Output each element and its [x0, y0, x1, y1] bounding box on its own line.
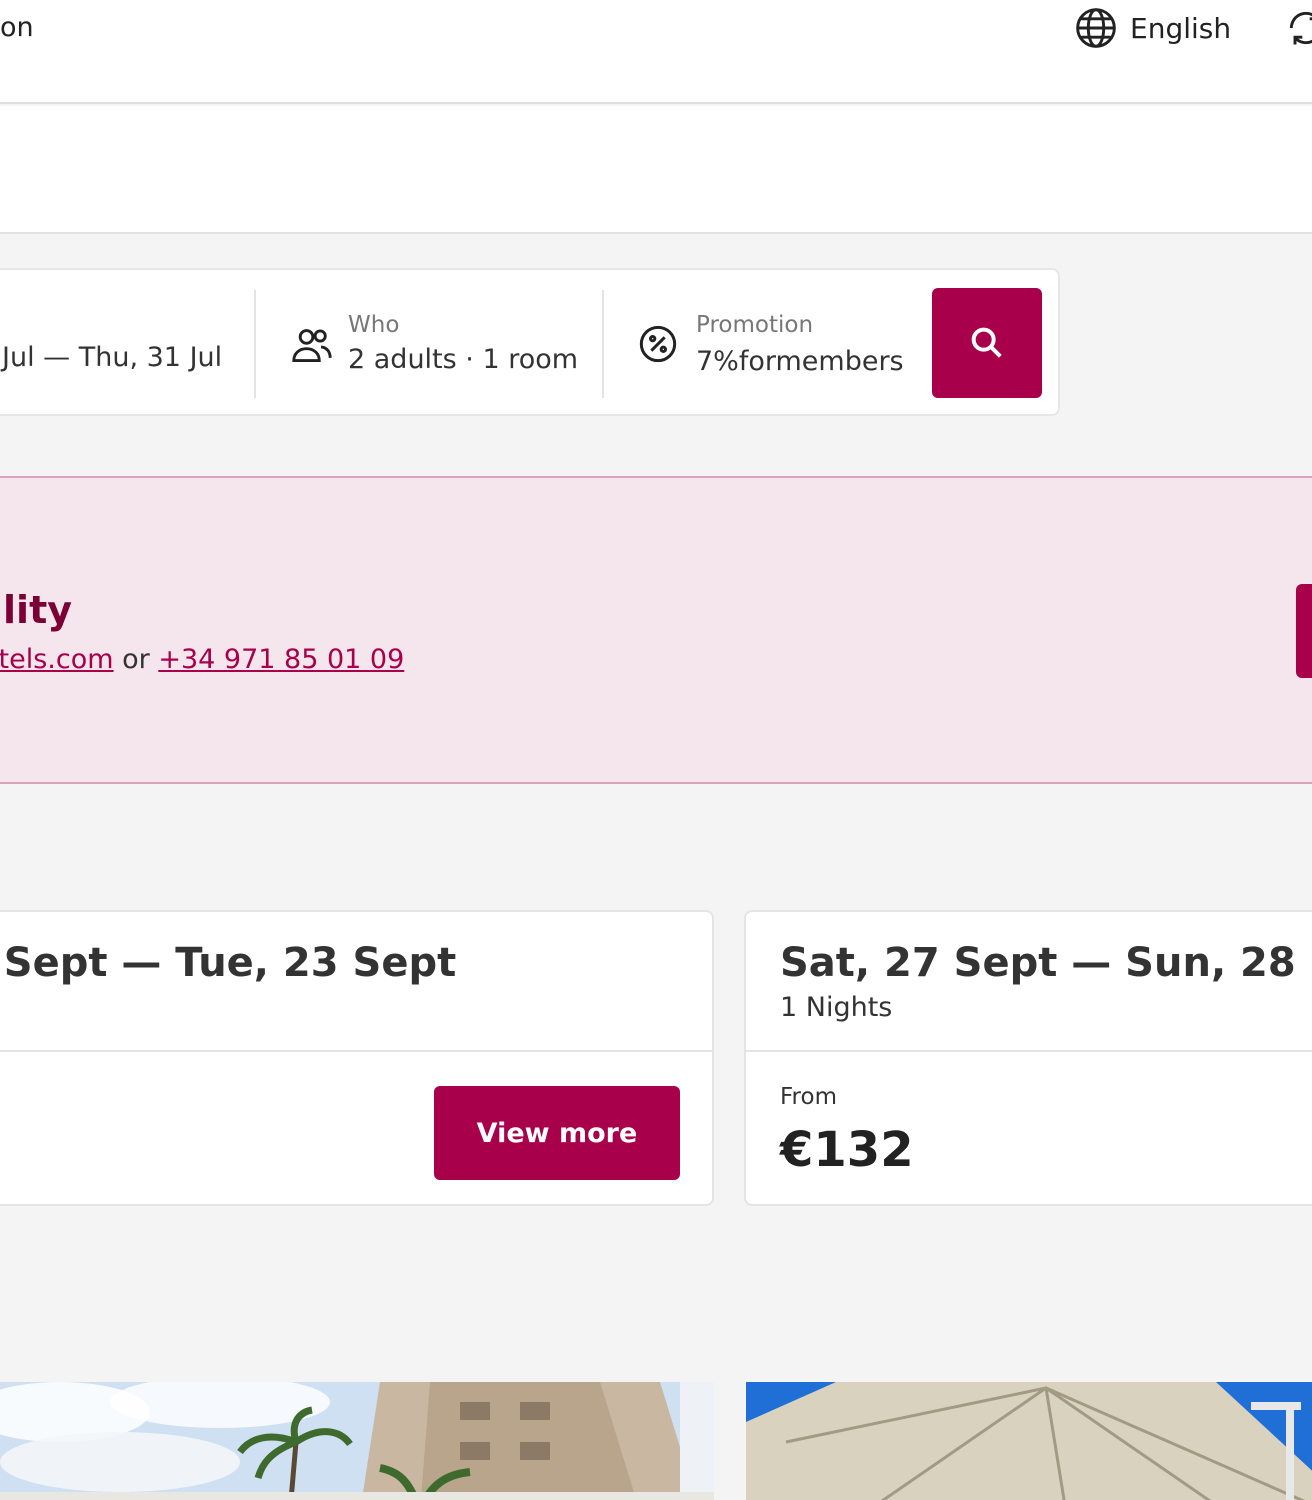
nav-link[interactable]: on: [0, 12, 34, 43]
search-icon: [971, 327, 1002, 358]
language-label: English: [1130, 11, 1232, 45]
guests-icon: [292, 329, 332, 362]
contact-separator: or: [113, 644, 159, 675]
divider: [254, 290, 256, 398]
banner-contact: otels.com or +34 971 85 01 09: [0, 644, 404, 675]
alternative-date-card: 2 Sept — Tue, 23 Sept View more: [0, 910, 714, 1206]
banner-action-button[interactable]: [1296, 584, 1312, 678]
guests-label: Who: [348, 312, 400, 338]
booking-search-bar: Jul — Thu, 31 Jul Who 2 adults · 1 room …: [0, 268, 1060, 416]
guests-field[interactable]: 2 adults · 1 room: [348, 344, 578, 375]
banner-title: ility: [0, 588, 73, 632]
language-selector[interactable]: English: [1074, 6, 1231, 50]
page: on English Jul — Thu, 31 Jul Who 2 adult…: [0, 0, 1312, 1500]
card-header: Sat, 27 Sept — Sun, 28 Sep 1 Nights: [746, 912, 1312, 1052]
dates-field[interactable]: Jul — Thu, 31 Jul: [2, 342, 222, 373]
promotion-field[interactable]: 7%formembers: [696, 346, 904, 377]
globe-icon: [1076, 8, 1116, 48]
hotel-photo[interactable]: [746, 1382, 1312, 1500]
contact-email-link[interactable]: otels.com: [0, 644, 114, 675]
card-header: 2 Sept — Tue, 23 Sept: [0, 912, 712, 1052]
promotion-label: Promotion: [696, 312, 814, 338]
availability-banner: ility otels.com or +34 971 85 01 09: [0, 476, 1312, 784]
divider: [602, 290, 604, 398]
percent-icon: [639, 325, 677, 363]
price-from-label: From: [780, 1084, 837, 1110]
hotel-building-image: [0, 1382, 714, 1500]
parasol-image: [746, 1382, 1312, 1500]
view-more-button[interactable]: View more: [434, 1086, 680, 1180]
currency-exchange-icon[interactable]: [1284, 6, 1312, 50]
contact-phone-link[interactable]: +34 971 85 01 09: [158, 644, 404, 675]
card-dates: 2 Sept — Tue, 23 Sept: [0, 940, 457, 986]
card-nights: 1 Nights: [780, 992, 893, 1023]
price-value: €132: [780, 1122, 914, 1178]
alternative-date-card: Sat, 27 Sept — Sun, 28 Sep 1 Nights From…: [744, 910, 1312, 1206]
top-header: on English: [0, 0, 1312, 104]
search-button[interactable]: [932, 288, 1042, 398]
hotel-photo[interactable]: [0, 1382, 714, 1500]
card-dates: Sat, 27 Sept — Sun, 28 Sep: [780, 940, 1312, 986]
secondary-nav-band: [0, 106, 1312, 234]
